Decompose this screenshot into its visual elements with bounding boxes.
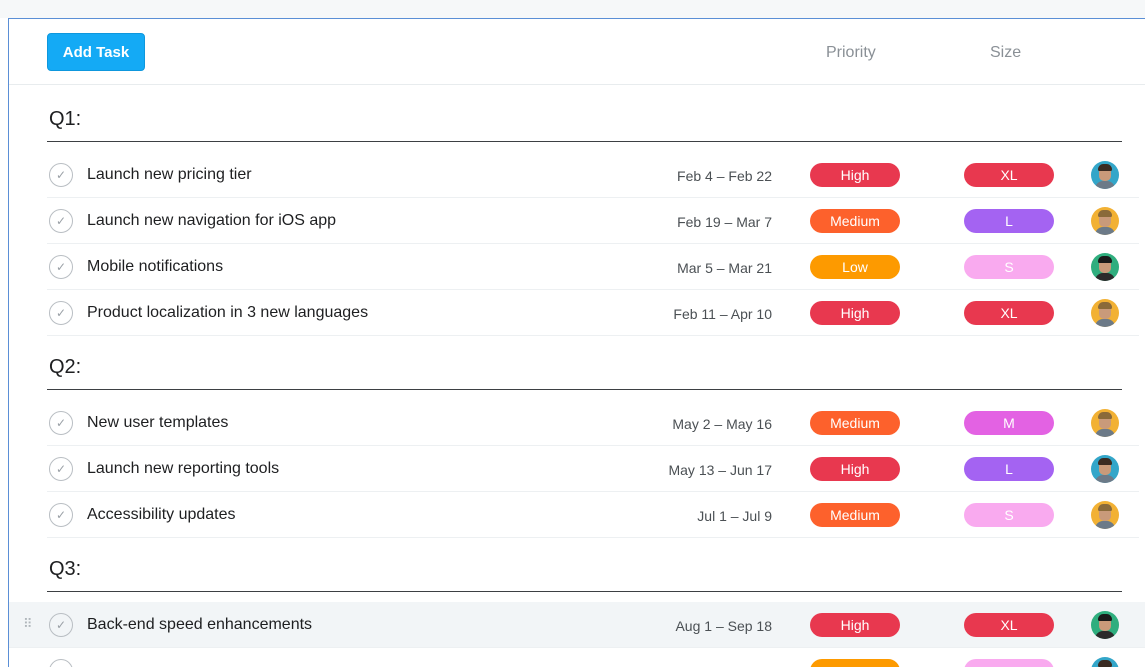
check-icon[interactable]: ✓ <box>49 411 73 435</box>
priority-badge[interactable]: High <box>810 301 900 325</box>
priority-badge[interactable]: High <box>810 613 900 637</box>
assignee-avatar[interactable] <box>1091 501 1119 529</box>
assignee-avatar[interactable] <box>1091 207 1119 235</box>
task-dates[interactable]: May 2 – May 16 <box>632 416 772 432</box>
priority-column-header[interactable]: Priority <box>826 44 876 62</box>
task-dates[interactable]: Feb 11 – Apr 10 <box>632 306 772 322</box>
task-row[interactable]: ✓ Accessibility updates Jul 1 – Jul 9 Me… <box>47 492 1139 538</box>
check-icon[interactable]: ✓ <box>49 659 73 667</box>
check-icon[interactable]: ✓ <box>49 255 73 279</box>
check-icon[interactable]: ✓ <box>49 209 73 233</box>
task-name[interactable]: New user templates <box>87 414 228 432</box>
task-name[interactable]: Launch new navigation for iOS app <box>87 212 336 230</box>
size-badge[interactable]: S <box>964 255 1054 279</box>
size-badge[interactable]: M <box>964 411 1054 435</box>
assignee-avatar[interactable] <box>1091 409 1119 437</box>
check-icon[interactable]: ✓ <box>49 503 73 527</box>
task-row[interactable]: ✓ Mobile notifications Mar 5 – Mar 21 Lo… <box>47 244 1139 290</box>
section-title[interactable]: Q2: <box>47 349 1122 390</box>
section-header-q2[interactable]: Q2: <box>47 349 1122 390</box>
task-dates[interactable]: Jul 1 – Jul 9 <box>632 508 772 524</box>
priority-badge[interactable]: Low <box>810 255 900 279</box>
task-list-panel: Add Task Priority Size Q1: ✓ Launch new … <box>8 18 1145 667</box>
check-icon[interactable]: ✓ <box>49 163 73 187</box>
priority-badge[interactable]: Medium <box>810 209 900 233</box>
task-dates[interactable]: Feb 4 – Feb 22 <box>632 168 772 184</box>
task-dates[interactable]: May 13 – Jun 17 <box>632 462 772 478</box>
task-name[interactable]: Launch new pricing tier <box>87 166 252 184</box>
priority-badge[interactable] <box>810 659 900 667</box>
section-header-q1[interactable]: Q1: <box>47 101 1122 142</box>
section-header-q3[interactable]: Q3: <box>47 551 1122 592</box>
assignee-avatar[interactable] <box>1091 657 1119 667</box>
size-badge[interactable]: XL <box>964 301 1054 325</box>
task-row[interactable]: ✓ New user templates May 2 – May 16 Medi… <box>47 400 1139 446</box>
section-title[interactable]: Q3: <box>47 551 1122 592</box>
priority-badge[interactable]: High <box>810 457 900 481</box>
task-name[interactable]: Launch new reporting tools <box>87 460 279 478</box>
size-badge[interactable]: XL <box>964 613 1054 637</box>
priority-badge[interactable]: High <box>810 163 900 187</box>
task-dates[interactable]: Feb 19 – Mar 7 <box>632 214 772 230</box>
check-icon[interactable]: ✓ <box>49 457 73 481</box>
size-badge[interactable]: L <box>964 209 1054 233</box>
check-icon[interactable]: ✓ <box>49 301 73 325</box>
size-badge[interactable]: XL <box>964 163 1054 187</box>
size-badge[interactable]: S <box>964 503 1054 527</box>
task-dates[interactable]: Mar 5 – Mar 21 <box>632 260 772 276</box>
task-row[interactable]: ✓ Launch new pricing tier Feb 4 – Feb 22… <box>47 152 1139 198</box>
task-name[interactable]: Back-end speed enhancements <box>87 616 312 634</box>
list-header: Add Task Priority Size <box>9 19 1145 85</box>
section-title[interactable]: Q1: <box>47 101 1122 142</box>
check-icon[interactable]: ✓ <box>49 613 73 637</box>
task-row-partial[interactable]: ✓ <box>47 648 1139 667</box>
size-badge[interactable]: L <box>964 457 1054 481</box>
task-row[interactable]: ✓ Launch new navigation for iOS app Feb … <box>47 198 1139 244</box>
task-name[interactable]: Product localization in 3 new languages <box>87 304 368 322</box>
task-dates[interactable]: Aug 1 – Sep 18 <box>632 618 772 634</box>
drag-handle-icon[interactable]: ⠿ <box>23 617 33 631</box>
task-row[interactable]: ✓ Product localization in 3 new language… <box>47 290 1139 336</box>
task-row[interactable]: ⠿ ✓ Back-end speed enhancements Aug 1 – … <box>9 602 1145 648</box>
top-strip <box>0 0 1145 18</box>
task-name[interactable]: Mobile notifications <box>87 258 223 276</box>
assignee-avatar[interactable] <box>1091 455 1119 483</box>
size-badge[interactable] <box>964 659 1054 667</box>
add-task-button[interactable]: Add Task <box>47 33 145 71</box>
assignee-avatar[interactable] <box>1091 611 1119 639</box>
task-row[interactable]: ✓ Launch new reporting tools May 13 – Ju… <box>47 446 1139 492</box>
assignee-avatar[interactable] <box>1091 299 1119 327</box>
size-column-header[interactable]: Size <box>990 44 1021 62</box>
priority-badge[interactable]: Medium <box>810 411 900 435</box>
priority-badge[interactable]: Medium <box>810 503 900 527</box>
assignee-avatar[interactable] <box>1091 253 1119 281</box>
task-name[interactable]: Accessibility updates <box>87 506 236 524</box>
assignee-avatar[interactable] <box>1091 161 1119 189</box>
